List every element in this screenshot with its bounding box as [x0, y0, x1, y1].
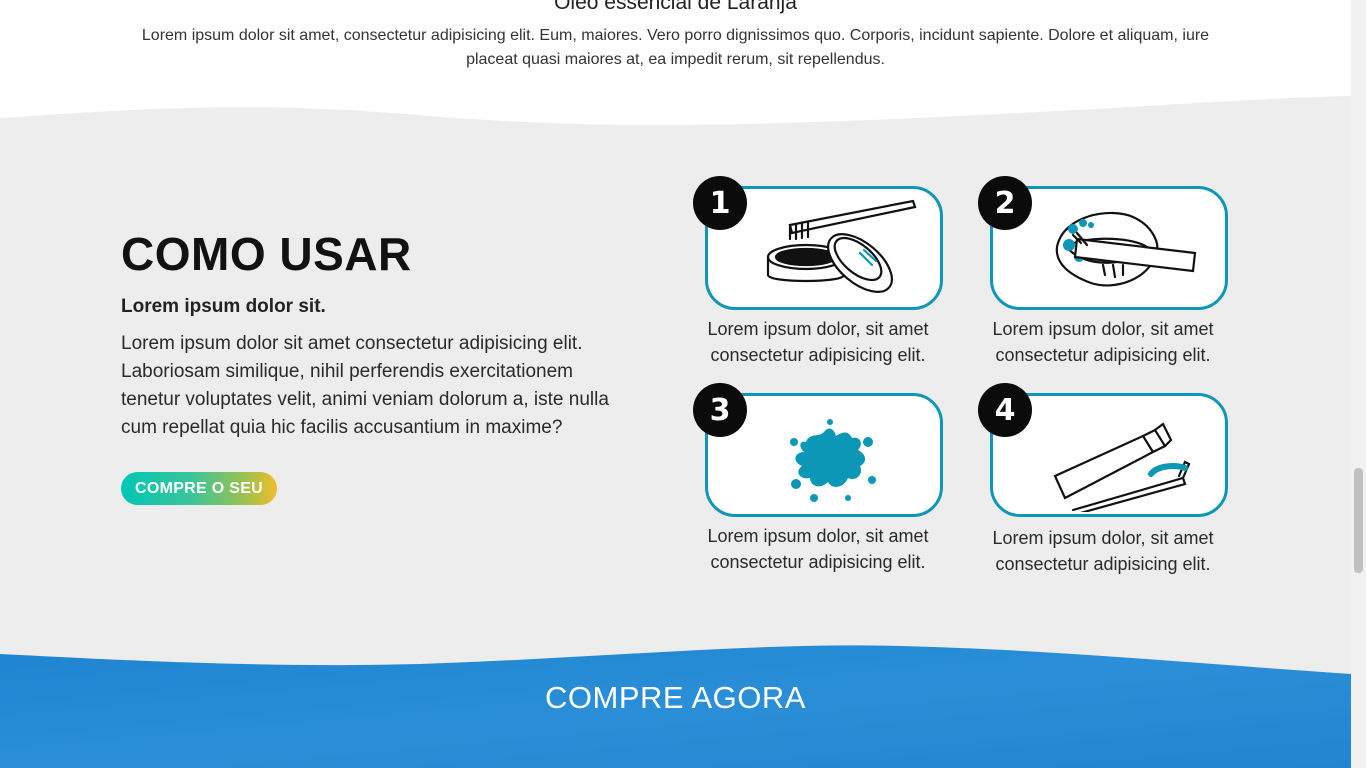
brushing-teeth-mouth-icon: [1055, 211, 1197, 287]
toothbrush-powder-jar-icon: [766, 199, 917, 293]
buy-yours-button[interactable]: COMPRE O SEU: [121, 472, 277, 505]
step-4-caption: Lorem ipsum dolor, sit amet consectetur …: [992, 528, 1214, 574]
page-scrollbar[interactable]: [1351, 0, 1366, 768]
product-description: Lorem ipsum dolor sit amet, consectetur …: [141, 27, 1210, 68]
splash-icon: [790, 419, 876, 502]
how-to-title: COMO USAR: [121, 228, 412, 280]
product-title: Óleo essencial de Laranja: [554, 0, 797, 14]
how-to-description: Lorem ipsum dolor sit amet consectetur a…: [121, 333, 609, 438]
step-2-caption: Lorem ipsum dolor, sit amet consectetur …: [992, 319, 1214, 365]
page: Óleo essencial de Laranja Lorem ipsum do…: [0, 0, 1351, 768]
toothpaste-toothbrush-icon: [1053, 422, 1191, 512]
step-1-number-badge: 1: [693, 176, 747, 230]
step-3-caption: Lorem ipsum dolor, sit amet consectetur …: [707, 526, 929, 572]
scrollbar-thumb[interactable]: [1354, 468, 1363, 573]
buy-now-title: COMPRE AGORA: [545, 680, 806, 715]
step-2-number-badge: 2: [978, 176, 1032, 230]
step-3-number-badge: 3: [693, 383, 747, 437]
step-4-number-badge: 4: [978, 383, 1032, 437]
step-1-caption: Lorem ipsum dolor, sit amet consectetur …: [707, 319, 929, 365]
how-to-subtitle: Lorem ipsum dolor sit.: [121, 296, 326, 317]
